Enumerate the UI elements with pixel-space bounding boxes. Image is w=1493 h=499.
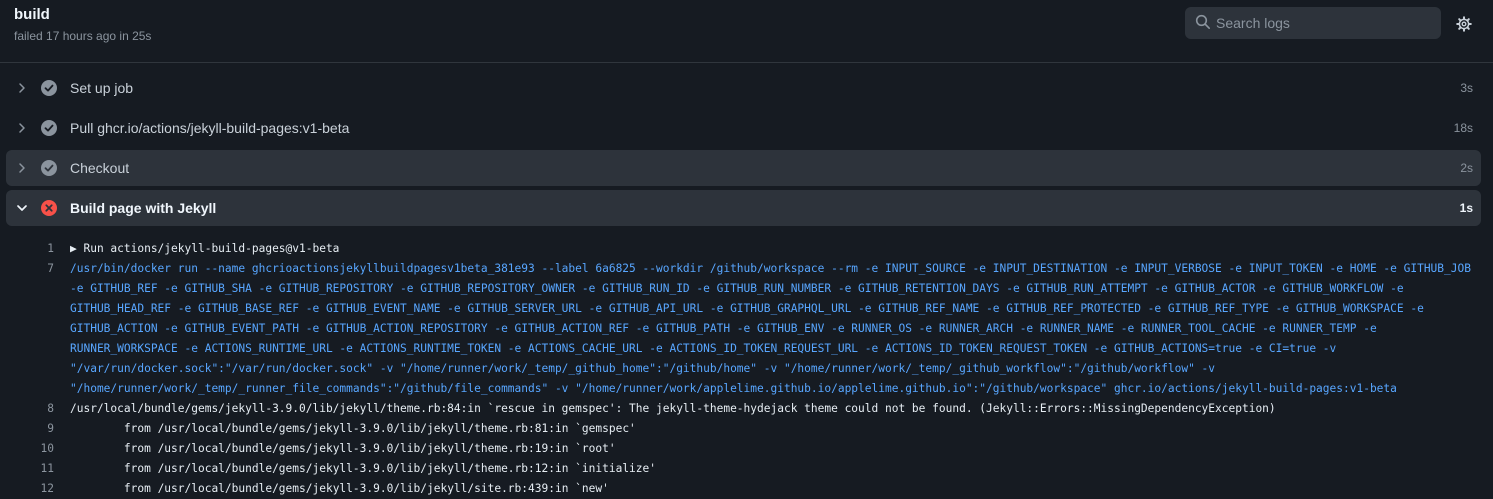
log-line-text: /usr/local/bundle/gems/jekyll-3.9.0/lib/… bbox=[70, 402, 1276, 415]
log-line-number[interactable]: 12 bbox=[0, 482, 54, 495]
chevron-right-icon bbox=[19, 163, 25, 173]
success-check-icon bbox=[41, 80, 57, 96]
step-name: Pull ghcr.io/actions/jekyll-build-pages:… bbox=[70, 120, 350, 136]
log-line-text: from /usr/local/bundle/gems/jekyll-3.9.0… bbox=[70, 422, 636, 435]
step-checkout[interactable]: Checkout 2s bbox=[6, 150, 1481, 186]
step-name: Set up job bbox=[70, 80, 134, 96]
step-duration: 1s bbox=[1459, 201, 1473, 215]
search-logs-box[interactable] bbox=[1185, 7, 1441, 39]
gear-icon[interactable] bbox=[1456, 16, 1472, 32]
job-steps-list: Set up job 3s Pull ghcr.io/actions/jekyl… bbox=[6, 70, 1481, 230]
step-name: Checkout bbox=[70, 160, 130, 176]
chevron-down-icon bbox=[17, 205, 27, 211]
log-line: 12 from /usr/local/bundle/gems/jekyll-3.… bbox=[0, 479, 1493, 499]
step-build-page-with-jekyll[interactable]: Build page with Jekyll 1s bbox=[6, 190, 1481, 226]
chevron-right-icon bbox=[19, 83, 25, 93]
log-line-text: from /usr/local/bundle/gems/jekyll-3.9.0… bbox=[70, 462, 656, 475]
success-check-icon bbox=[41, 160, 57, 176]
step-duration: 2s bbox=[1460, 161, 1473, 175]
log-line-number[interactable]: 8 bbox=[0, 402, 54, 415]
log-line-text: /usr/bin/docker run --name ghcrioactions… bbox=[70, 262, 1478, 395]
log-line-number[interactable]: 10 bbox=[0, 442, 54, 455]
log-line: 11 from /usr/local/bundle/gems/jekyll-3.… bbox=[0, 459, 1493, 479]
failure-x-icon bbox=[41, 200, 57, 216]
log-line[interactable]: 1 ▶ Run actions/jekyll-build-pages@v1-be… bbox=[0, 239, 1493, 259]
search-icon bbox=[1195, 14, 1210, 29]
step-duration: 3s bbox=[1460, 81, 1473, 95]
log-line-number[interactable]: 7 bbox=[0, 262, 54, 275]
success-check-icon bbox=[41, 120, 57, 136]
step-name: Build page with Jekyll bbox=[70, 200, 217, 216]
step-duration: 18s bbox=[1453, 121, 1473, 135]
log-line-number[interactable]: 11 bbox=[0, 462, 54, 475]
step-pull-image[interactable]: Pull ghcr.io/actions/jekyll-build-pages:… bbox=[6, 110, 1481, 146]
log-line-text: from /usr/local/bundle/gems/jekyll-3.9.0… bbox=[70, 482, 609, 495]
search-logs-input[interactable] bbox=[1216, 7, 1431, 39]
step-set-up-job[interactable]: Set up job 3s bbox=[6, 70, 1481, 106]
job-title: build bbox=[14, 6, 50, 23]
log-line-number[interactable]: 1 bbox=[0, 242, 54, 255]
chevron-right-icon bbox=[19, 123, 25, 133]
job-status-meta: failed 17 hours ago in 25s bbox=[14, 29, 152, 43]
log-line-number[interactable]: 9 bbox=[0, 422, 54, 435]
job-header: build failed 17 hours ago in 25s bbox=[0, 0, 1493, 63]
log-line: 9 from /usr/local/bundle/gems/jekyll-3.9… bbox=[0, 419, 1493, 439]
log-line-text: from /usr/local/bundle/gems/jekyll-3.9.0… bbox=[70, 442, 616, 455]
log-line: 8 /usr/local/bundle/gems/jekyll-3.9.0/li… bbox=[0, 399, 1493, 419]
log-line-text[interactable]: ▶ Run actions/jekyll-build-pages@v1-beta bbox=[70, 239, 1493, 259]
log-line: 10 from /usr/local/bundle/gems/jekyll-3.… bbox=[0, 439, 1493, 459]
log-line: 7 /usr/bin/docker run --name ghcrioactio… bbox=[0, 259, 1493, 399]
log-output: 1 ▶ Run actions/jekyll-build-pages@v1-be… bbox=[0, 239, 1493, 499]
